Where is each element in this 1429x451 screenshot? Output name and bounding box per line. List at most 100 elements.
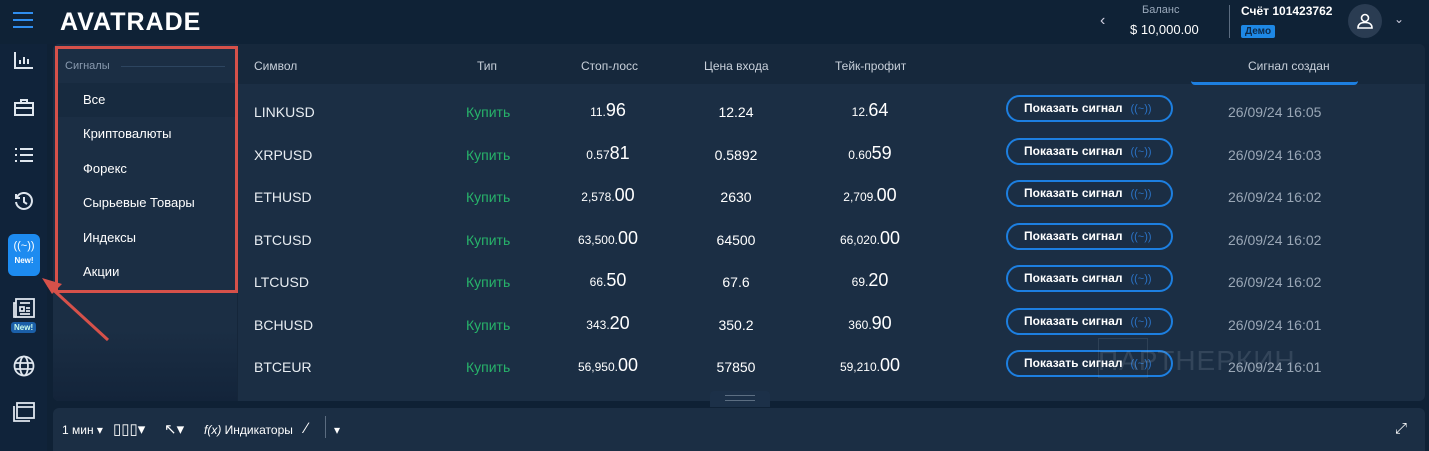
created-time: 26/09/24 16:01 (1228, 316, 1322, 333)
take-profit-pips: 00 (876, 185, 897, 205)
stop-loss-pips: 81 (609, 142, 630, 163)
interval-dropdown[interactable]: 1 мин ▾ (62, 423, 103, 437)
take-profit-prefix: 66,020. (839, 232, 880, 247)
take-profit: 2,709.00 (810, 185, 930, 206)
sidebar-title: Сигналы (65, 60, 110, 72)
demo-badge: Демо (1241, 25, 1276, 38)
chevron-left-icon[interactable]: ‹ (1100, 12, 1105, 30)
header-take-profit[interactable]: Тейк-профит (835, 59, 906, 73)
symbol: ETHUSD (254, 189, 312, 205)
sidebar-item-stocks[interactable]: Акции (55, 255, 235, 289)
take-profit-prefix: 2,709. (843, 190, 877, 204)
header-type[interactable]: Тип (477, 59, 497, 73)
table-row[interactable]: XRPUSD Купить 0.5781 0.5892 0.6059 Показ… (238, 135, 1425, 177)
stop-loss: 66.50 (548, 270, 668, 291)
resize-handle[interactable] (710, 391, 770, 407)
created-time: 26/09/24 16:02 (1228, 274, 1322, 290)
type: Купить (466, 104, 511, 120)
take-profit-pips: 20 (868, 270, 889, 290)
show-signal-button[interactable]: Показать сигнал ((~)) (1006, 180, 1173, 207)
candlestick-type-icon[interactable]: ▯▯▯▾ (113, 420, 145, 438)
entry-price: 350.2 (718, 316, 754, 333)
stop-loss-pips: 20 (609, 312, 630, 333)
globe-icon[interactable] (12, 354, 36, 378)
news-icon[interactable] (12, 296, 36, 320)
show-signal-label: Показать сигнал (1024, 313, 1123, 328)
sidebar-item-crypto[interactable]: Криптовалюты (55, 117, 235, 151)
signals-nav-button[interactable]: ((~)) New! (8, 234, 40, 276)
show-signal-button[interactable]: Показать сигнал ((~)) (1006, 307, 1173, 335)
table-row[interactable]: BCHUSD Купить 343.20 350.2 360.90 Показа… (238, 305, 1425, 347)
show-signal-label: Показать сигнал (1024, 101, 1123, 115)
header-symbol[interactable]: Символ (254, 59, 297, 73)
symbol: LTCUSD (254, 274, 309, 290)
stop-loss-pips: 00 (618, 227, 639, 248)
more-dropdown-icon[interactable]: ▾ (334, 423, 340, 437)
cursor-icon[interactable]: ↖▾ (164, 420, 184, 438)
show-signal-label: Показать сигнал (1024, 228, 1123, 243)
take-profit: 59,210.00 (810, 355, 930, 376)
signal-wave-icon: ((~)) (1130, 145, 1152, 158)
chart-icon[interactable] (12, 48, 36, 72)
show-signal-label: Показать сигнал (1024, 271, 1123, 285)
account-number[interactable]: Счёт 101423762 (1241, 4, 1332, 18)
table-row[interactable]: BTCUSD Купить 63,500.00 64500 66,020.00 … (238, 220, 1425, 262)
take-profit: 69.20 (810, 270, 930, 291)
history-icon[interactable] (12, 190, 36, 214)
table-row[interactable]: LTCUSD Купить 66.50 67.6 69.20 Показать … (238, 262, 1425, 304)
show-signal-button[interactable]: Показать сигнал ((~)) (1006, 265, 1173, 292)
indicators-button[interactable]: f(x) Индикаторы (204, 423, 293, 437)
header-entry-price[interactable]: Цена входа (704, 59, 769, 73)
windows-icon[interactable] (12, 400, 36, 424)
hamburger-menu-icon[interactable] (13, 12, 33, 28)
new-badge: New! (11, 322, 37, 333)
take-profit: 360.90 (810, 313, 930, 334)
sidebar-item-commodities[interactable]: Сырьевые Товары (55, 186, 235, 220)
table-row[interactable]: LINKUSD Купить 11.96 12.24 12.64 Показат… (238, 92, 1425, 134)
take-profit-pips: 00 (880, 355, 901, 375)
entry-price: 0.5892 (714, 146, 758, 163)
draw-line-icon[interactable]: ∕ (305, 420, 308, 437)
list-icon[interactable] (12, 143, 36, 167)
stop-loss: 56,950.00 (548, 355, 668, 376)
stop-loss-prefix: 66. (589, 275, 607, 289)
sidebar-item-all[interactable]: Все (55, 83, 235, 117)
take-profit-prefix: 69. (851, 275, 869, 289)
balance-value: $ 10,000.00 (1130, 22, 1199, 37)
header-stop-loss[interactable]: Стоп-лосс (581, 59, 638, 73)
show-signal-button[interactable]: Показать сигнал ((~)) (1006, 95, 1173, 122)
entry-price: 57850 (716, 359, 756, 375)
signal-wave-icon: ((~)) (1130, 230, 1152, 243)
take-profit: 66,020.00 (810, 228, 930, 249)
avatrade-logo[interactable]: AVATRADE (60, 8, 201, 37)
show-signal-button[interactable]: Показать сигнал ((~)) (1006, 137, 1173, 165)
sidebar-item-forex[interactable]: Форекс (55, 152, 235, 186)
take-profit-pips: 64 (868, 100, 889, 120)
stop-loss: 0.5781 (548, 143, 668, 164)
created-time: 26/09/24 16:02 (1228, 231, 1322, 248)
symbol: BTCEUR (254, 359, 312, 375)
table-row[interactable]: ETHUSD Купить 2,578.00 2630 2,709.00 Пок… (238, 177, 1425, 219)
chevron-down-icon[interactable]: ⌄ (1394, 12, 1404, 26)
fullscreen-icon[interactable]: ⤢ (1395, 420, 1407, 437)
interval-value: 1 мин (62, 423, 94, 437)
sidebar-item-indices[interactable]: Индексы (55, 221, 235, 255)
symbol: BTCUSD (254, 231, 312, 248)
signals-sidebar: Сигналы Все Криптовалюты Форекс Сырьевые… (53, 44, 237, 401)
take-profit: 0.6059 (810, 143, 930, 164)
user-avatar-icon[interactable] (1348, 4, 1382, 38)
stop-loss-prefix: 56,950. (577, 360, 618, 374)
show-signal-button[interactable]: Показать сигнал ((~)) (1006, 222, 1173, 250)
show-signal-label: Показать сигнал (1024, 143, 1123, 158)
take-profit-prefix: 360. (848, 317, 872, 332)
portfolio-icon[interactable] (12, 95, 36, 119)
type: Купить (466, 231, 511, 248)
take-profit-pips: 00 (880, 227, 901, 248)
balance-label: Баланс (1142, 4, 1180, 16)
symbol: BCHUSD (254, 316, 314, 333)
created-time: 26/09/24 16:03 (1228, 146, 1322, 163)
partial-show-signal-button[interactable] (1191, 81, 1358, 85)
header-created[interactable]: Сигнал создан (1248, 59, 1330, 73)
take-profit: 12.64 (810, 100, 930, 121)
top-bar: AVATRADE ‹ Баланс $ 10,000.00 Счёт 10142… (0, 0, 1429, 44)
